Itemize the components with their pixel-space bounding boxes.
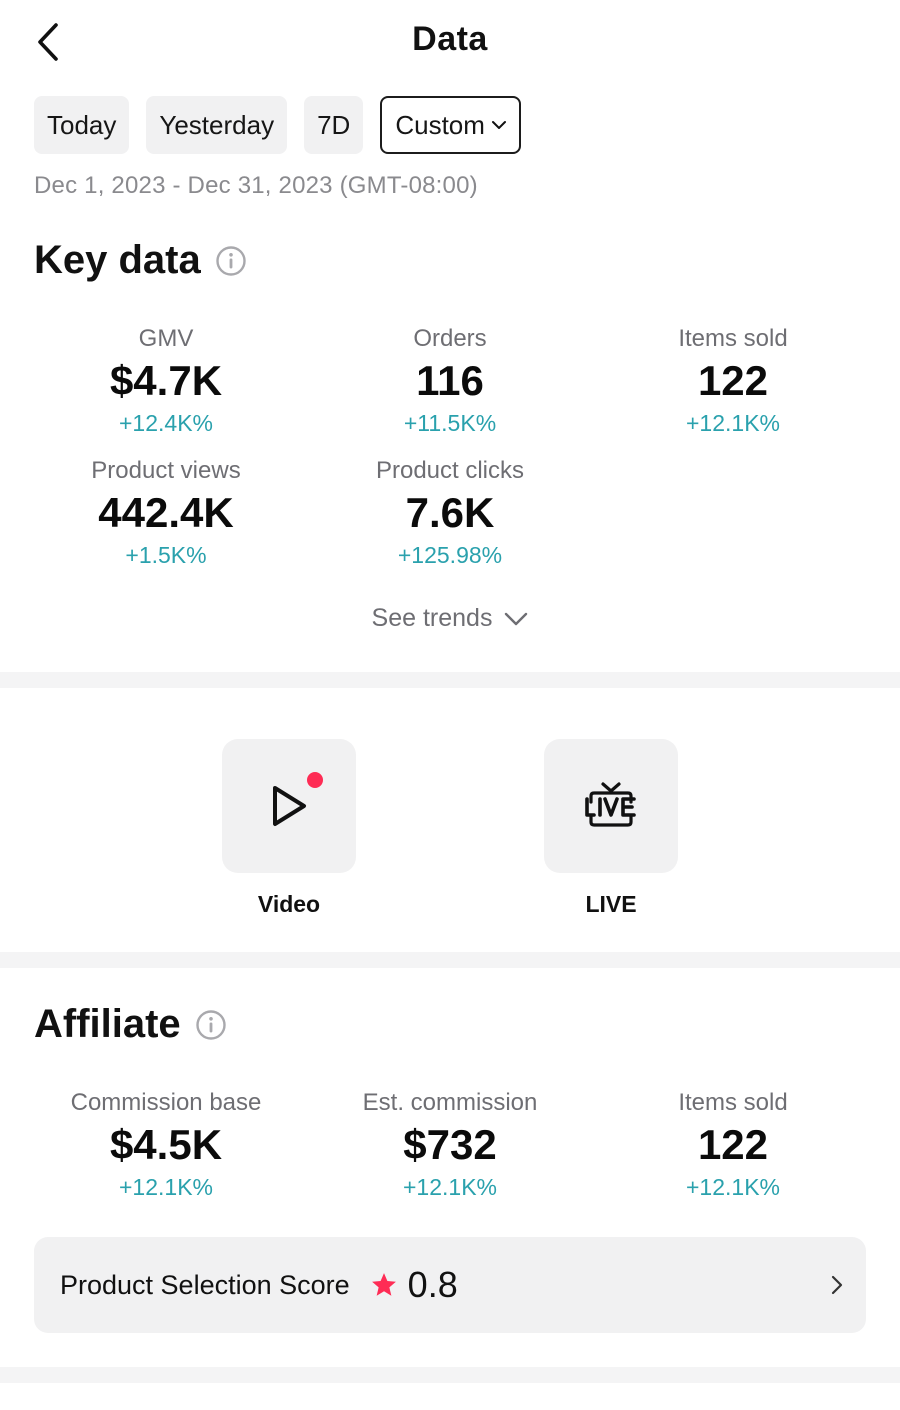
metric-commission-base[interactable]: Commission base $4.5K +12.1K% (16, 1088, 316, 1202)
filter-custom-label: Custom (395, 109, 485, 140)
metric-label: Est. commission (362, 1089, 538, 1116)
date-filter-group: Today Yesterday 7D Custom (34, 96, 521, 154)
metric-label: Commission base (70, 1089, 262, 1116)
live-tile[interactable]: LIVE (544, 739, 678, 918)
filter-today-chip[interactable]: Today (34, 96, 130, 154)
metric-orders[interactable]: Orders 116 +11.5K% (300, 324, 600, 438)
metric-value: $732 (403, 1121, 497, 1168)
score-value: 0.8 (407, 1264, 458, 1305)
info-icon[interactable] (195, 1009, 227, 1041)
metric-product-clicks[interactable]: Product clicks 7.6K +125.98% (300, 456, 600, 570)
metric-value: 122 (697, 1121, 769, 1168)
filter-yesterday-chip[interactable]: Yesterday (146, 96, 288, 154)
metric-label: Items sold (678, 1089, 788, 1116)
metric-value: 122 (697, 357, 769, 404)
metric-affiliate-items-sold[interactable]: Items sold 122 +12.1K% (583, 1088, 883, 1202)
section-divider (0, 1367, 900, 1383)
metric-change: +12.1K% (686, 1174, 780, 1200)
filter-7d-chip[interactable]: 7D (304, 96, 364, 154)
metric-label: Items sold (678, 325, 788, 352)
chevron-right-icon (830, 1274, 844, 1296)
score-label: Product Selection Score (60, 1269, 350, 1300)
metric-change: +12.1K% (119, 1174, 213, 1200)
affiliate-title: Affiliate (34, 1002, 181, 1046)
metric-label: Product clicks (375, 457, 525, 484)
metric-product-views[interactable]: Product views 442.4K +1.5K% (16, 456, 316, 570)
notification-dot (307, 772, 323, 788)
section-divider (0, 952, 900, 968)
metric-est-commission[interactable]: Est. commission $732 +12.1K% (300, 1088, 600, 1202)
play-icon (273, 786, 306, 826)
video-tile[interactable]: Video (222, 739, 356, 918)
info-icon[interactable] (215, 245, 247, 277)
key-data-section-title: Key data (34, 238, 247, 283)
metric-change: +125.98% (397, 542, 503, 568)
metric-value: $4.5K (109, 1121, 223, 1168)
metric-label: GMV (138, 325, 194, 352)
see-trends-label: See trends (371, 604, 493, 632)
video-tile-label: Video (257, 891, 321, 917)
metric-gmv[interactable]: GMV $4.7K +12.4K% (16, 324, 316, 438)
header: Data (0, 0, 900, 86)
affiliate-section-title: Affiliate (34, 1002, 227, 1047)
metric-value: 442.4K (98, 489, 234, 536)
filter-custom-chip[interactable]: Custom (380, 96, 521, 154)
date-range-text: Dec 1, 2023 - Dec 31, 2023 (GMT-08:00) (34, 172, 478, 199)
metric-value: $4.7K (109, 357, 223, 404)
live-tv-icon (585, 782, 636, 827)
metric-label: Product views (91, 457, 241, 484)
see-trends-button[interactable]: See trends (0, 604, 900, 633)
live-tile-box (544, 739, 678, 873)
chevron-down-icon (505, 612, 528, 625)
metric-change: +1.5K% (125, 542, 207, 568)
metric-change: +12.1K% (686, 410, 780, 436)
star-icon (370, 1271, 398, 1299)
video-tile-box (222, 739, 356, 873)
product-selection-score-row[interactable]: Product Selection Score 0.8 (34, 1237, 866, 1333)
metric-value: 7.6K (405, 489, 495, 536)
metric-change: +12.1K% (403, 1174, 497, 1200)
key-data-title: Key data (34, 238, 201, 282)
metric-label: Orders (413, 325, 487, 352)
metric-value: 116 (416, 357, 484, 404)
section-divider (0, 672, 900, 688)
metric-change: +11.5K% (403, 410, 497, 436)
metric-items-sold[interactable]: Items sold 122 +12.1K% (583, 324, 883, 438)
page-title: Data (412, 20, 488, 58)
live-tile-label: LIVE (585, 891, 637, 917)
metric-change: +12.4K% (119, 410, 213, 436)
chevron-down-icon (491, 120, 507, 130)
